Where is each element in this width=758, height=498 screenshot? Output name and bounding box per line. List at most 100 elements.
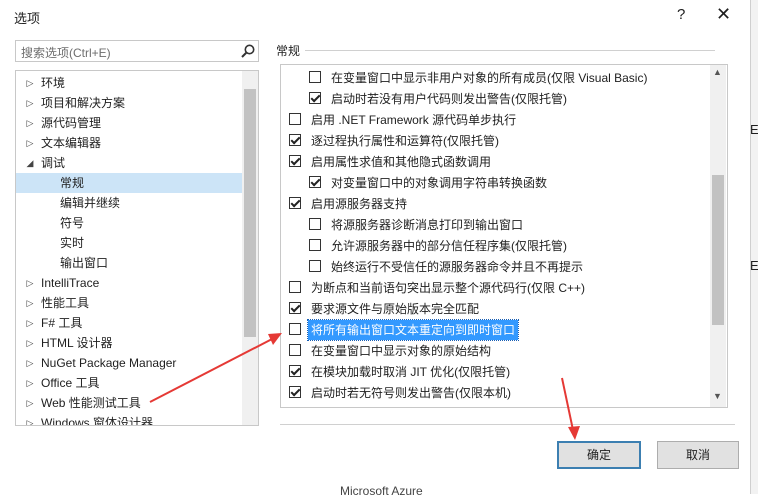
section-title: 常规 xyxy=(276,44,301,58)
tree-item-label: 符号 xyxy=(60,216,85,230)
tree-item-label: 输出窗口 xyxy=(60,256,109,270)
collapsed-arrow-icon[interactable]: ▷ xyxy=(25,373,35,393)
background-text: E xyxy=(750,122,758,137)
option-label: 为断点和当前语句突出显示整个源代码行(仅限 C++) xyxy=(311,281,586,295)
help-button[interactable]: ? xyxy=(677,6,685,23)
tree-item[interactable]: ▷ 性能工具 xyxy=(16,293,242,313)
option-label: 在变量窗口中显示非用户对象的所有成员(仅限 Visual Basic) xyxy=(331,71,648,85)
search-input[interactable]: 搜索选项(Ctrl+E) xyxy=(15,40,259,62)
options-tree[interactable]: ▷ 环境 ▷ 项目和解决方案 ▷ 源代码管理 ▷ 文本编辑器 ◢ 调试常规编辑并继续符号实时输出窗… xyxy=(15,70,259,426)
option-checkbox[interactable] xyxy=(309,260,321,272)
option-checkbox[interactable] xyxy=(289,113,301,125)
tree-item-label: 文本编辑器 xyxy=(41,136,102,150)
option-checkbox[interactable] xyxy=(289,344,301,356)
background-window-edge xyxy=(750,0,758,494)
title-bar: 选项 ? ✕ xyxy=(0,0,750,32)
tree-item[interactable]: 符号 xyxy=(16,213,242,233)
tree-item[interactable]: 实时 xyxy=(16,233,242,253)
collapsed-arrow-icon[interactable]: ▷ xyxy=(25,353,35,373)
option-checkbox[interactable] xyxy=(289,134,301,146)
option-checkbox[interactable] xyxy=(309,239,321,251)
tree-item[interactable]: ▷ NuGet Package Manager xyxy=(16,353,242,373)
tree-item[interactable]: 常规 xyxy=(16,173,242,193)
tree-item-label: Windows 窗体设计器 xyxy=(41,416,154,426)
option-label: 逐过程执行属性和运算符(仅限托管) xyxy=(311,134,499,148)
background-text: E xyxy=(750,258,758,273)
collapsed-arrow-icon[interactable]: ▷ xyxy=(25,333,35,353)
option-checkbox[interactable] xyxy=(289,155,301,167)
tree-item-label: IntelliTrace xyxy=(41,276,100,290)
tree-item[interactable]: ▷ 文本编辑器 xyxy=(16,133,242,153)
collapsed-arrow-icon[interactable]: ▷ xyxy=(25,393,35,413)
collapsed-arrow-icon[interactable]: ▷ xyxy=(25,293,35,313)
option-label: 允许源服务器中的部分信任程序集(仅限托管) xyxy=(331,239,567,253)
tree-item[interactable]: ▷ 环境 xyxy=(16,73,242,93)
footer-divider xyxy=(280,424,735,425)
tree-item[interactable]: 输出窗口 xyxy=(16,253,242,273)
cancel-button[interactable]: 取消 xyxy=(657,441,739,469)
option-label: 启动时若无符号则发出警告(仅限本机) xyxy=(311,386,511,400)
option-checkbox[interactable] xyxy=(289,281,301,293)
search-icon[interactable] xyxy=(240,43,256,59)
option-checkbox[interactable] xyxy=(289,323,301,335)
tree-item-label: Web 性能测试工具 xyxy=(41,396,141,410)
tree-item[interactable]: ▷ IntelliTrace xyxy=(16,273,242,293)
close-button[interactable]: ✕ xyxy=(716,4,731,25)
options-scroll-thumb[interactable] xyxy=(712,175,724,325)
scroll-down-icon[interactable]: ▼ xyxy=(713,391,722,401)
tree-item-label: 调试 xyxy=(41,156,66,170)
option-checkbox[interactable] xyxy=(289,386,301,398)
option-checkbox[interactable] xyxy=(309,218,321,230)
expanded-arrow-icon[interactable]: ◢ xyxy=(25,153,35,173)
tree-item-label: 环境 xyxy=(41,76,66,90)
option-checkbox[interactable] xyxy=(309,92,321,104)
tree-item-label: HTML 设计器 xyxy=(41,336,113,350)
option-label: 启动时若没有用户代码则发出警告(仅限托管) xyxy=(331,92,567,106)
tree-item[interactable]: ▷ 项目和解决方案 xyxy=(16,93,242,113)
section-divider xyxy=(305,50,715,51)
dialog-title: 选项 xyxy=(14,11,41,26)
collapsed-arrow-icon[interactable]: ▷ xyxy=(25,93,35,113)
ok-button[interactable]: 确定 xyxy=(557,441,641,469)
tree-item-label: 常规 xyxy=(60,176,85,190)
option-label: 要求源文件与原始版本完全匹配 xyxy=(311,302,480,316)
option-label: 将源服务器诊断消息打印到输出窗口 xyxy=(331,218,524,232)
tree-item[interactable]: ▷ Office 工具 xyxy=(16,373,242,393)
tree-item-label: 源代码管理 xyxy=(41,116,102,130)
option-checkbox[interactable] xyxy=(289,197,301,209)
collapsed-arrow-icon[interactable]: ▷ xyxy=(25,273,35,293)
option-label: 在模块加载时取消 JIT 优化(仅限托管) xyxy=(311,365,511,379)
tree-item[interactable]: ▷ HTML 设计器 xyxy=(16,333,242,353)
scroll-up-icon[interactable]: ▲ xyxy=(713,67,722,77)
collapsed-arrow-icon[interactable]: ▷ xyxy=(25,413,35,425)
tree-scroll-thumb[interactable] xyxy=(244,89,256,337)
option-label: 将所有输出窗口文本重定向到即时窗口 xyxy=(306,319,520,341)
option-checkbox[interactable] xyxy=(289,302,301,314)
collapsed-arrow-icon[interactable]: ▷ xyxy=(25,73,35,93)
collapsed-arrow-icon[interactable]: ▷ xyxy=(25,133,35,153)
tree-item-label: Office 工具 xyxy=(41,376,100,390)
option-checkbox[interactable] xyxy=(289,365,301,377)
tree-item[interactable]: 编辑并继续 xyxy=(16,193,242,213)
tree-item-label: 性能工具 xyxy=(41,296,90,310)
tree-item-label: 编辑并继续 xyxy=(60,196,121,210)
tree-item-label: 实时 xyxy=(60,236,85,250)
collapsed-arrow-icon[interactable]: ▷ xyxy=(25,113,35,133)
background-text: Microsoft Azure xyxy=(340,484,423,498)
tree-scrollbar[interactable] xyxy=(242,71,258,425)
option-checkbox[interactable] xyxy=(309,71,321,83)
options-scrollbar[interactable]: ▲ ▼ xyxy=(710,65,726,407)
option-label: 启用源服务器支持 xyxy=(311,197,408,211)
tree-item[interactable]: ▷ Windows 窗体设计器 xyxy=(16,413,242,426)
tree-item-label: 项目和解决方案 xyxy=(41,96,126,110)
tree-item-label: F# 工具 xyxy=(41,316,83,330)
option-label: 启用属性求值和其他隐式函数调用 xyxy=(311,155,492,169)
option-checkbox[interactable] xyxy=(309,176,321,188)
tree-item-label: NuGet Package Manager xyxy=(41,356,177,370)
tree-item[interactable]: ▷ Web 性能测试工具 xyxy=(16,393,242,413)
tree-item[interactable]: ▷ 源代码管理 xyxy=(16,113,242,133)
collapsed-arrow-icon[interactable]: ▷ xyxy=(25,313,35,333)
options-list[interactable]: 在变量窗口中显示非用户对象的所有成员(仅限 Visual Basic) 启动时若没… xyxy=(280,64,728,408)
tree-item[interactable]: ▷ F# 工具 xyxy=(16,313,242,333)
tree-item[interactable]: ◢ 调试 xyxy=(16,153,242,173)
